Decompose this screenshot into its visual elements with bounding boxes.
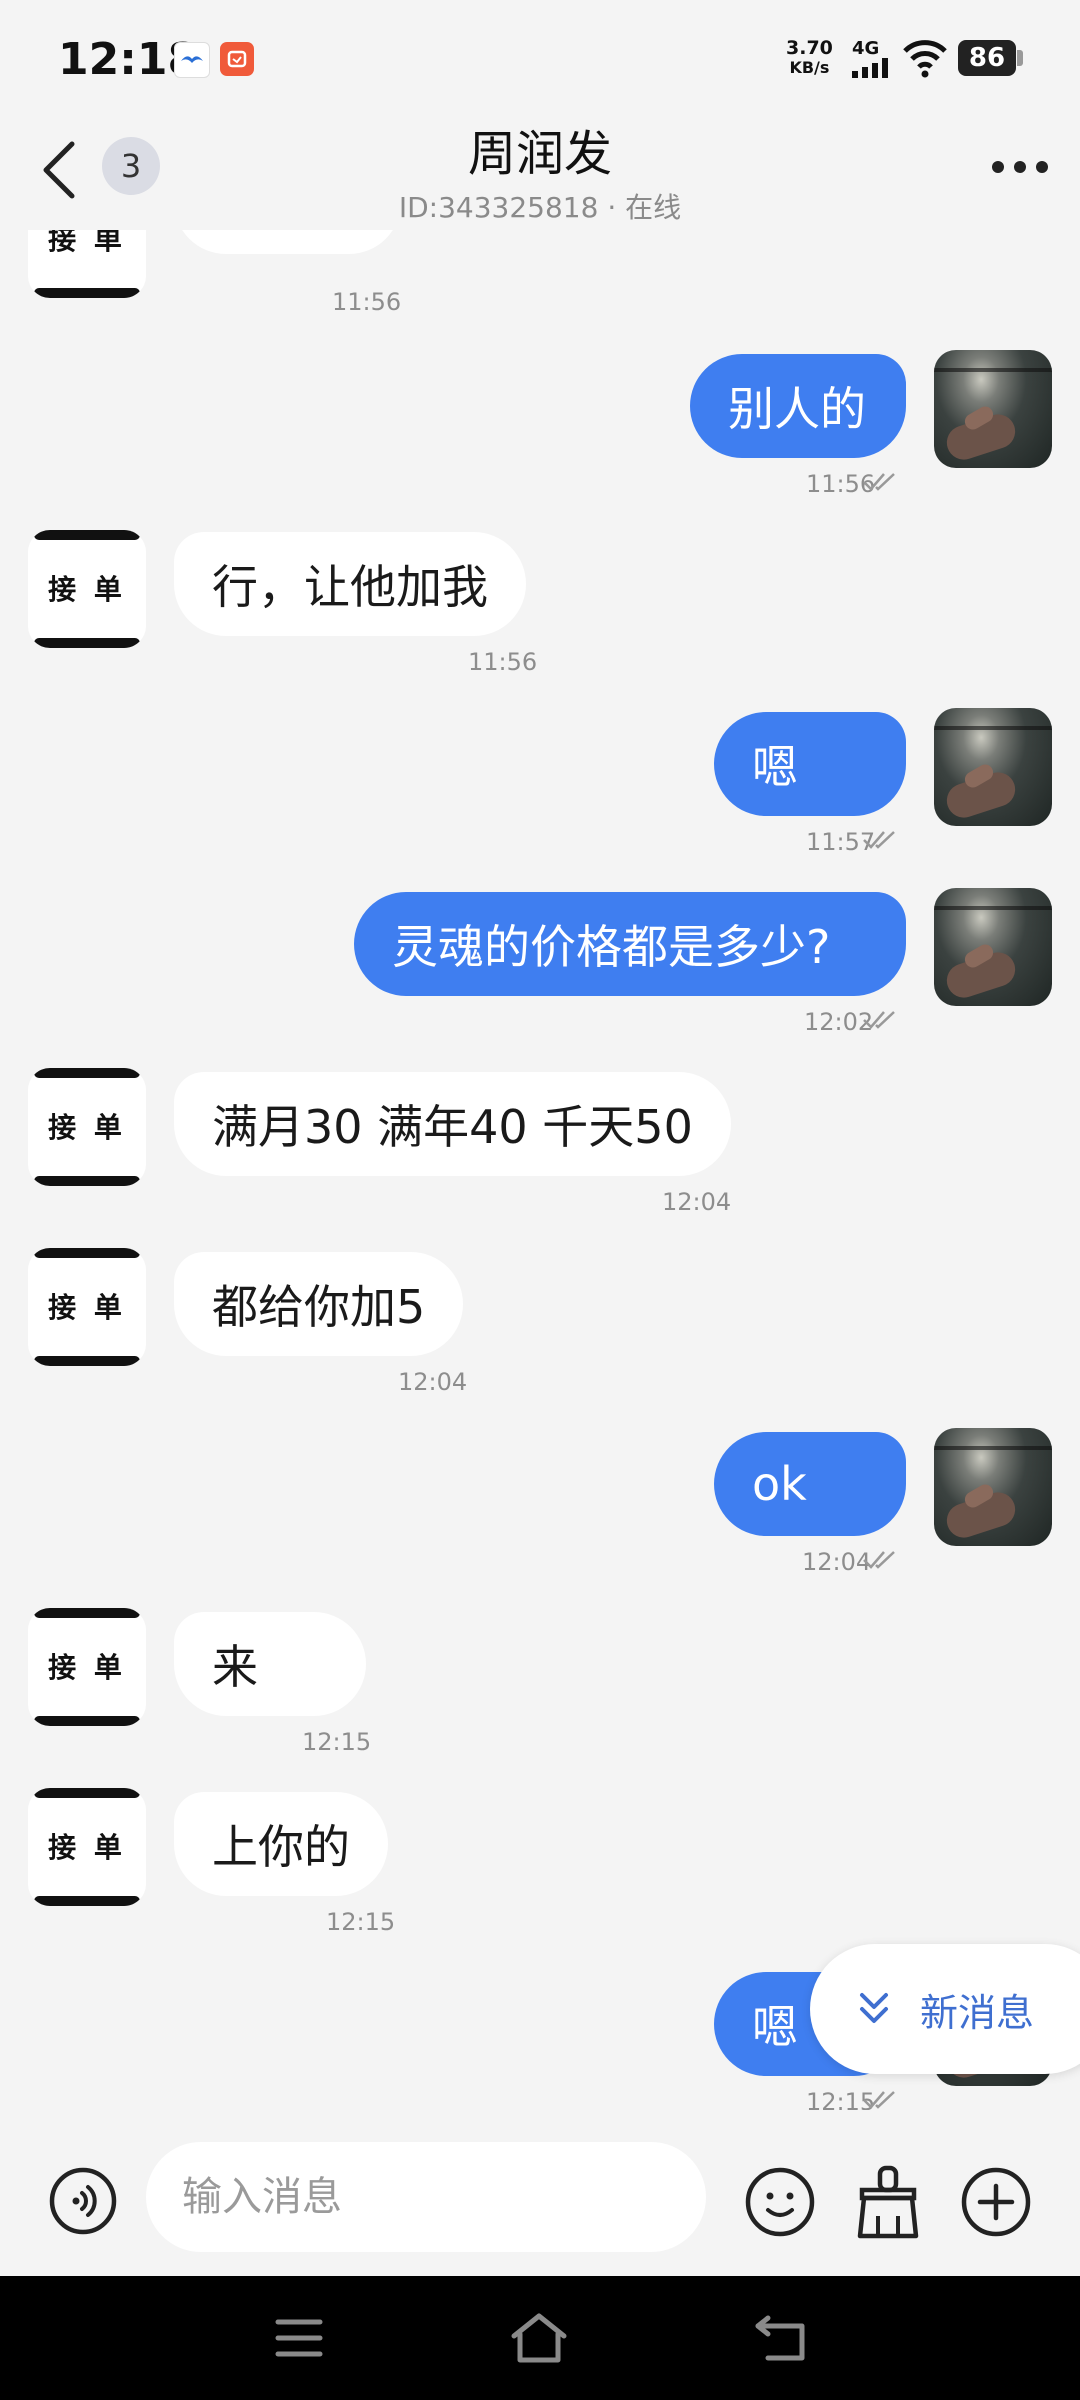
menu-icon[interactable]	[274, 2316, 324, 2360]
message-time: 12:15	[326, 1908, 396, 1936]
message-bubble-incoming[interactable]: 给你30	[174, 230, 401, 254]
status-bar: 12:18 3.70 KB/s 4G 86	[0, 0, 1080, 118]
message-time: 12:04	[662, 1188, 732, 1216]
message-time: 12:15	[302, 1728, 372, 1756]
read-check-icon	[863, 831, 895, 849]
message-time: 11:56	[332, 288, 402, 316]
new-message-label: 新消息	[920, 1990, 1035, 2035]
battery-indicator: 86	[958, 40, 1016, 76]
read-check-icon	[863, 1011, 895, 1029]
network-type: 4G	[852, 38, 880, 59]
contact-avatar[interactable]: 接 单	[28, 1788, 146, 1906]
network-speed: 3.70 KB/s	[786, 37, 833, 77]
user-avatar[interactable]	[934, 350, 1052, 468]
message-time: 11:56	[468, 648, 538, 676]
input-bar	[0, 2118, 1080, 2276]
user-avatar[interactable]	[934, 1428, 1052, 1546]
read-check-icon	[863, 2091, 895, 2109]
contact-avatar[interactable]: 接 单	[28, 530, 146, 648]
double-chevron-down-icon	[860, 1993, 888, 2023]
more-dots-icon[interactable]	[990, 155, 1050, 179]
contact-avatar[interactable]: 接 单	[28, 230, 146, 298]
read-check-icon	[863, 1551, 895, 1569]
plus-icon[interactable]	[960, 2166, 1032, 2238]
read-check-icon	[863, 473, 895, 491]
contact-avatar[interactable]: 接 单	[28, 1608, 146, 1726]
message-input[interactable]	[146, 2142, 706, 2252]
app-notification-icon	[174, 42, 210, 78]
home-icon[interactable]	[508, 2310, 570, 2366]
message-bubble-incoming[interactable]: 上你的	[174, 1792, 388, 1896]
signal-icon	[852, 58, 888, 78]
chat-title: 周润发	[467, 126, 612, 182]
emoji-icon[interactable]	[744, 2166, 816, 2238]
chat-subtitle: ID:343325818 · 在线	[398, 191, 682, 224]
message-bubble-incoming[interactable]: 都给你加5	[174, 1252, 464, 1356]
message-list[interactable]: 接 单 给你30 11:56 别人的 11:56 接 单 行，让他加我 11:5…	[0, 230, 1080, 2110]
message-time: 12:04	[802, 1548, 872, 1576]
message-bubble-outgoing[interactable]: 嗯	[714, 712, 906, 816]
wifi-icon	[903, 40, 947, 78]
message-bubble-incoming[interactable]: 满月30 满年40 千天50	[174, 1072, 731, 1176]
message-bubble-outgoing[interactable]: ok	[714, 1432, 906, 1536]
app-notification-icon-2	[220, 42, 254, 76]
voice-icon[interactable]	[48, 2166, 118, 2236]
new-message-button[interactable]: 新消息	[810, 1944, 1080, 2074]
message-bubble-incoming[interactable]: 行，让他加我	[174, 532, 526, 636]
message-bubble-incoming[interactable]: 来	[174, 1612, 366, 1716]
message-bubble-outgoing[interactable]: 灵魂的价格都是多少?	[354, 892, 906, 996]
user-avatar[interactable]	[934, 888, 1052, 1006]
back-icon[interactable]	[754, 2312, 810, 2364]
system-nav-bar	[0, 2276, 1080, 2400]
message-time: 12:04	[398, 1368, 468, 1396]
broom-icon[interactable]	[852, 2164, 924, 2240]
user-avatar[interactable]	[934, 708, 1052, 826]
battery-tip	[1017, 50, 1023, 66]
contact-avatar[interactable]: 接 单	[28, 1248, 146, 1366]
message-bubble-outgoing[interactable]: 别人的	[690, 354, 906, 458]
contact-avatar[interactable]: 接 单	[28, 1068, 146, 1186]
